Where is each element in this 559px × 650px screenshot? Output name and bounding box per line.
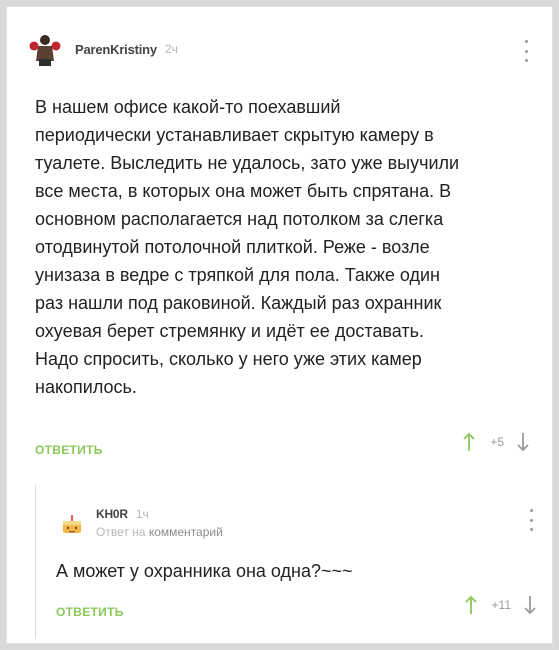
comment-rating: +5 xyxy=(462,431,530,453)
more-vertical-icon[interactable] xyxy=(527,509,535,531)
comment-time: 2ч xyxy=(164,42,178,56)
reply-to-link[interactable]: комментарий xyxy=(149,525,223,539)
reply-header: KH0R 1ч Ответ на комментарий xyxy=(58,505,223,541)
comments-panel: ParenKristiny 2ч В нашем офисе какой-то … xyxy=(6,6,553,644)
arrow-up-icon[interactable] xyxy=(464,594,478,616)
arrow-down-icon[interactable] xyxy=(516,431,530,453)
more-vertical-icon[interactable] xyxy=(522,40,530,62)
comment-text: В нашем офисе какой-то поехавший периоди… xyxy=(35,97,460,397)
boxer-avatar[interactable] xyxy=(27,31,63,67)
reply-author[interactable]: KH0R xyxy=(96,507,128,521)
reply-time: 1ч xyxy=(135,507,149,521)
comment-header: ParenKristiny 2ч xyxy=(27,29,178,69)
comment-author[interactable]: ParenKristiny xyxy=(75,42,157,57)
reply-to-line: Ответ на комментарий xyxy=(96,525,223,539)
arrow-down-icon[interactable] xyxy=(523,594,537,616)
reply-button[interactable]: ОТВЕТИТЬ xyxy=(35,443,103,457)
reply-text: А может у охранника она одна?~~~ xyxy=(56,561,353,581)
cake-avatar[interactable] xyxy=(58,509,86,537)
reply-comment: KH0R 1ч Ответ на комментарий А может у о… xyxy=(35,485,547,639)
arrow-up-icon[interactable] xyxy=(462,431,476,453)
reply-rating: +11 xyxy=(464,594,537,616)
reply-button[interactable]: ОТВЕТИТЬ xyxy=(56,605,124,619)
reply-to-prefix: Ответ на xyxy=(96,525,146,539)
rating-count: +11 xyxy=(491,598,511,612)
rating-count: +5 xyxy=(490,435,504,449)
